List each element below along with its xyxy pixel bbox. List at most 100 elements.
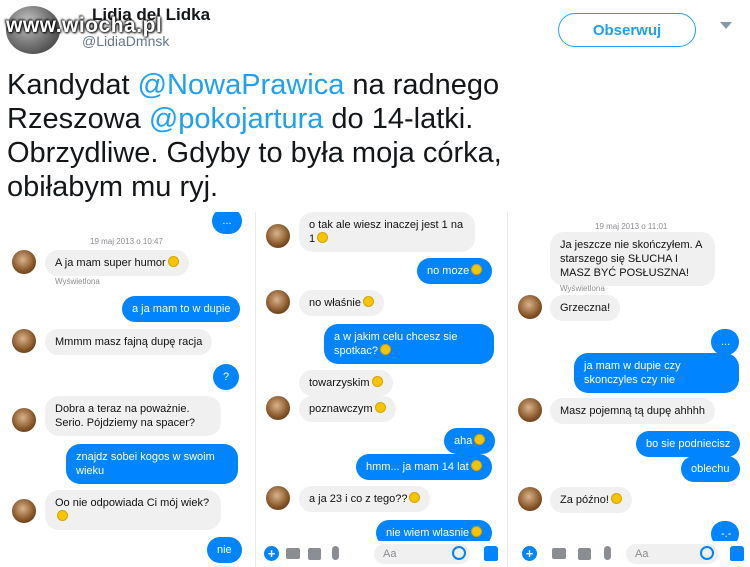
emoji-icon bbox=[371, 376, 383, 387]
tweet-line: Kandydat @NowaPrawica na radnego bbox=[7, 68, 747, 102]
message-in: towarzyskim bbox=[299, 370, 393, 396]
message-text: hmm... ja mam 14 lat bbox=[366, 461, 469, 473]
message-in: Masz pojemną tą dupę ahhhh bbox=[550, 398, 715, 424]
message-in: A ja mam super humor bbox=[45, 250, 189, 276]
emoji-icon bbox=[474, 434, 486, 445]
seen-status: Wyświetlona bbox=[560, 284, 605, 293]
avatar[interactable] bbox=[12, 499, 36, 523]
message-out: a ja mam to w dupie bbox=[122, 296, 241, 322]
emoji-icon bbox=[167, 256, 179, 267]
message-out: ... bbox=[212, 212, 242, 234]
avatar[interactable] bbox=[266, 290, 290, 314]
message-text: o tak ale wiesz inaczej jest 1 na 1 bbox=[309, 219, 464, 245]
message-out: znajdz sobei kogos w swoim wieku bbox=[66, 444, 238, 484]
avatar[interactable] bbox=[266, 396, 290, 420]
message-text: aha bbox=[454, 435, 473, 447]
chat-screenshot-1: ... 19 maj 2013 o 10:47 A ja mam super h… bbox=[0, 212, 255, 567]
message-out: no moze bbox=[417, 258, 493, 284]
emoji-icon bbox=[409, 492, 421, 503]
message-out: a w jakim celu chcesz sie spotkac? bbox=[324, 324, 494, 364]
image-icon[interactable] bbox=[308, 548, 321, 560]
tweet-line-text: Rzeszowa bbox=[7, 103, 149, 135]
emoji-icon bbox=[471, 264, 483, 275]
avatar[interactable] bbox=[266, 486, 290, 510]
avatar[interactable] bbox=[12, 250, 36, 274]
seen-status: Wyświetlona bbox=[55, 277, 100, 286]
image-icon[interactable] bbox=[578, 548, 591, 560]
message-text: poznawczym bbox=[309, 403, 373, 415]
emoji-icon bbox=[471, 526, 483, 537]
message-in: Oo nie odpowiada Ci mój wiek? bbox=[45, 490, 221, 530]
chat-screenshot-3: 19 maj 2013 o 11:01 Ja jeszcze nie skońc… bbox=[507, 212, 750, 567]
mention-link[interactable]: @pokojartura bbox=[149, 103, 324, 135]
message-out: ja mam w dupie czy skonczyles czy nie bbox=[574, 353, 739, 393]
emoji-icon bbox=[317, 232, 329, 243]
emoji-icon bbox=[362, 296, 374, 307]
emoji-icon bbox=[470, 460, 482, 471]
emoji-icon bbox=[380, 344, 392, 355]
watermark: www.wiocha.pl bbox=[6, 14, 163, 37]
message-out: ? bbox=[213, 364, 239, 390]
avatar[interactable] bbox=[266, 224, 290, 248]
message-in: o tak ale wiesz inaczej jest 1 na 1 bbox=[299, 212, 475, 252]
avatar[interactable] bbox=[12, 329, 36, 353]
message-in: Za późno! bbox=[550, 487, 632, 513]
tweet-line-text: do 14-latki. bbox=[323, 103, 474, 135]
message-text: a w jakim celu chcesz sie spotkac? bbox=[334, 331, 458, 357]
message-text: towarzyskim bbox=[309, 377, 370, 389]
message-composer: + Aa bbox=[256, 541, 504, 567]
message-composer: + Aa bbox=[508, 541, 750, 567]
avatar[interactable] bbox=[518, 398, 542, 422]
message-text: Za późno! bbox=[560, 494, 609, 506]
message-text: a ja 23 i co z tego?? bbox=[309, 493, 408, 505]
mention-link[interactable]: @NowaPrawica bbox=[138, 69, 345, 101]
tweet-line: Rzeszowa @pokojartura do 14-latki. bbox=[7, 102, 747, 136]
plus-icon[interactable]: + bbox=[522, 546, 537, 561]
tweet-line-text: na radnego bbox=[344, 69, 500, 101]
mic-icon[interactable] bbox=[332, 546, 339, 560]
tweet-line-text: obiłabym mu ryj. bbox=[7, 171, 219, 203]
tweet-header: Lidia del Lidka @LidiaDmnsk www.wiocha.p… bbox=[0, 0, 750, 60]
emoji-icon bbox=[57, 510, 68, 521]
message-out: aha bbox=[444, 428, 496, 454]
follow-button[interactable]: Obserwuj bbox=[558, 13, 696, 47]
avatar[interactable] bbox=[518, 295, 542, 319]
message-in: Dobra a teraz na poważnie. Serio. Pójdzi… bbox=[45, 396, 221, 436]
tweet-line-text: Kandydat bbox=[7, 69, 138, 101]
message-in: poznawczym bbox=[299, 396, 396, 422]
avatar[interactable] bbox=[518, 487, 542, 511]
emoji-icon bbox=[374, 402, 386, 413]
timestamp: 19 maj 2013 o 11:01 bbox=[595, 222, 668, 231]
tweet-text: Kandydat @NowaPrawica na radnego Rzeszow… bbox=[7, 68, 747, 204]
avatar[interactable] bbox=[12, 408, 36, 432]
message-out: hmm... ja mam 14 lat bbox=[356, 454, 492, 480]
message-out: bo sie podniecisz bbox=[636, 431, 741, 457]
message-out: ... bbox=[711, 329, 739, 355]
chat-screenshot-2: o tak ale wiesz inaczej jest 1 na 1 no m… bbox=[255, 212, 504, 567]
chevron-down-icon[interactable] bbox=[720, 22, 732, 29]
timestamp: 19 maj 2013 o 10:47 bbox=[90, 237, 163, 246]
message-in: a ja 23 i co z tego?? bbox=[299, 486, 431, 512]
message-out: oblechu bbox=[681, 456, 740, 482]
camera-icon[interactable] bbox=[552, 548, 566, 559]
tweet-line: obiłabym mu ryj. bbox=[7, 170, 747, 204]
thumbs-up-icon[interactable] bbox=[484, 546, 498, 561]
message-text: no moze bbox=[427, 265, 470, 277]
message-text: A ja mam super humor bbox=[55, 257, 166, 269]
emoji-icon bbox=[610, 493, 622, 504]
message-in: no właśnie bbox=[299, 290, 384, 316]
mic-icon[interactable] bbox=[604, 546, 611, 560]
message-in: Mmmm masz fajną dupę racja bbox=[45, 329, 213, 355]
message-in: Grzeczna! bbox=[550, 295, 621, 321]
plus-icon[interactable]: + bbox=[264, 546, 279, 561]
tweet-line-text: Obrzydliwe. Gdyby to była moja córka, bbox=[7, 137, 502, 169]
message-text: no właśnie bbox=[309, 297, 361, 309]
camera-icon[interactable] bbox=[286, 548, 300, 559]
smile-icon[interactable] bbox=[700, 546, 714, 560]
message-text: Oo nie odpowiada Ci mój wiek? bbox=[55, 497, 210, 509]
smile-icon[interactable] bbox=[452, 546, 466, 560]
tweet-line: Obrzydliwe. Gdyby to była moja córka, bbox=[7, 136, 747, 170]
message-text: nie wiem wlasnie bbox=[386, 527, 470, 539]
thumbs-up-icon[interactable] bbox=[730, 546, 744, 561]
message-in: Ja jeszcze nie skończyłem. A starszego s… bbox=[550, 232, 715, 286]
